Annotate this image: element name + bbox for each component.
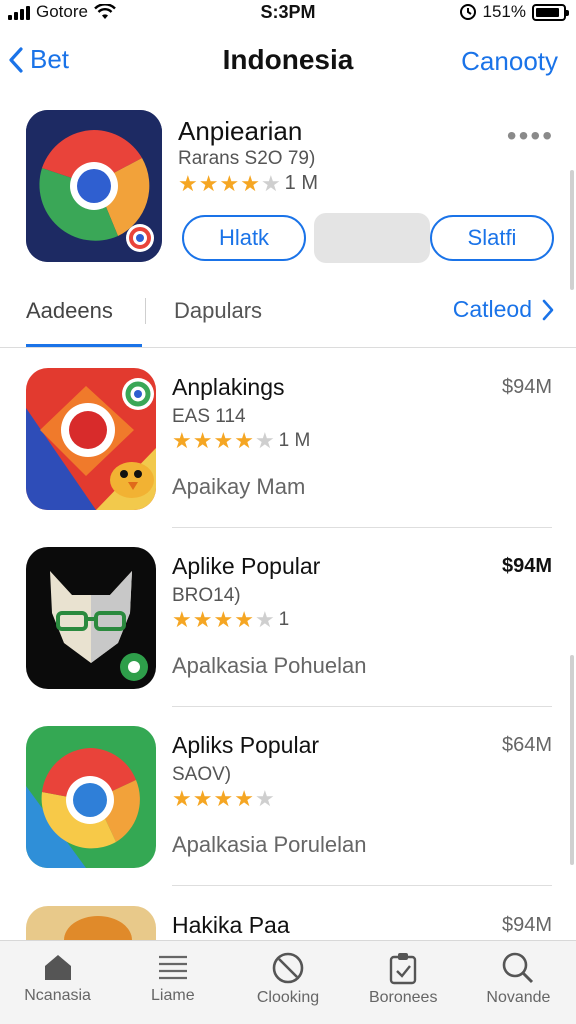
status-right: 151% <box>459 2 569 22</box>
app-name: Hakika Paa <box>172 912 290 938</box>
row-divider <box>172 706 552 707</box>
alarm-icon <box>459 4 476 20</box>
app-subtitle: EAS 114 <box>172 406 246 427</box>
tab-first[interactable]: Aadeens <box>26 298 113 324</box>
tab-category-label: Catleod <box>452 296 532 322</box>
segment-control: Aadeens Dapulars Catleod <box>0 290 576 348</box>
app-price[interactable]: $94M <box>502 376 552 399</box>
rating-count: 1 M <box>278 430 311 451</box>
featured-app: Anpiearian Rarans S2O 79) ★ ★ ★ ★ ★ 1 M ••••… <box>0 108 576 278</box>
app-icon <box>26 726 156 868</box>
rating-count: 1 M <box>284 172 319 194</box>
battery-percent: 151% <box>482 2 526 21</box>
star-filled-icon: ★ <box>213 428 234 453</box>
list-item[interactable]: Hakika Paa $94M <box>0 906 576 940</box>
star-filled-icon: ★ <box>178 170 198 196</box>
tab-second[interactable]: Dapulars <box>174 298 262 324</box>
status-bar: Gotore S:3PM 151% <box>0 0 576 28</box>
list-item[interactable]: Anplakings EAS 114 ★ ★ ★ ★ ★ 1 M Apaikay Mam… <box>0 368 576 546</box>
star-filled-icon: ★ <box>213 786 234 811</box>
tab-list[interactable]: Liame <box>115 941 230 1024</box>
star-filled-icon: ★ <box>172 786 192 811</box>
list-item[interactable]: Apliks Popular SAOV) ★ ★ ★ ★ ★ Apalkasia Por… <box>0 726 576 904</box>
star-filled-icon: ★ <box>192 607 213 632</box>
featured-left-button[interactable]: Hlatk <box>182 215 306 261</box>
rating-stars: ★ ★ ★ ★ ★ <box>172 609 275 631</box>
nav-action-button[interactable]: Canooty <box>461 46 558 77</box>
clipboard-icon <box>390 953 417 985</box>
app-subtitle: SAOV) <box>172 764 232 785</box>
star-filled-icon: ★ <box>198 170 219 196</box>
app-description: Apalkasia Pohuelan <box>172 653 367 678</box>
featured-right-button[interactable]: Slatfi <box>430 215 554 261</box>
more-options-button[interactable]: •••• <box>507 120 554 152</box>
featured-app-rating: ★ ★ ★ ★ ★ 1 M <box>178 172 318 195</box>
app-subtitle: BRO14) <box>172 585 241 606</box>
star-filled-icon: ★ <box>234 786 254 811</box>
star-empty-icon: ★ <box>254 786 275 811</box>
search-icon <box>503 952 534 984</box>
app-name: Apliks Popular <box>172 732 320 758</box>
tab-category[interactable]: Catleod <box>453 296 554 323</box>
tab-bar: Ncanasia Liame Clooking Boronees Novande <box>0 940 576 1024</box>
star-filled-icon: ★ <box>192 786 213 811</box>
app-description: Apalkasia Porulelan <box>172 832 367 857</box>
tab-home-label: Ncanasia <box>24 987 91 1004</box>
no-entry-icon <box>272 952 304 984</box>
star-filled-icon: ★ <box>172 607 192 632</box>
app-icon <box>26 906 156 940</box>
tab-boronees-label: Boronees <box>368 989 438 1006</box>
row-divider <box>172 527 552 528</box>
segment-divider <box>145 298 146 324</box>
battery-icon <box>532 3 569 21</box>
featured-app-name: Anpiearian <box>178 116 303 146</box>
navigation-bar: Bet Indonesia Canooty <box>0 36 576 88</box>
featured-app-subtitle: Rarans S2O 79) <box>178 148 316 169</box>
home-icon <box>44 955 71 980</box>
row-divider <box>172 885 552 886</box>
active-tab-indicator <box>26 344 142 347</box>
star-filled-icon: ★ <box>213 607 234 632</box>
app-price[interactable]: $64M <box>502 734 552 757</box>
rating-stars: ★ ★ ★ ★ ★ <box>178 170 281 196</box>
rating-count: 1 <box>278 609 290 630</box>
tab-list-label: Liame <box>151 987 195 1004</box>
star-empty-icon: ★ <box>254 428 275 453</box>
tab-search-label: Novande <box>486 989 551 1006</box>
list-item[interactable]: Aplike Popular BRO14) ★ ★ ★ ★ ★ 1 Apalkasia … <box>0 547 576 725</box>
tab-clooking-label: Clooking <box>256 989 320 1006</box>
app-price[interactable]: $94M <box>502 914 552 937</box>
list-icon <box>158 955 187 980</box>
star-filled-icon: ★ <box>219 170 240 196</box>
rating-stars: ★ ★ ★ ★ ★ <box>172 430 275 452</box>
tab-home[interactable]: Ncanasia <box>0 941 115 1024</box>
scrollbar-top[interactable] <box>570 170 574 290</box>
star-filled-icon: ★ <box>240 170 260 196</box>
star-empty-icon: ★ <box>260 170 281 196</box>
rating-stars: ★ ★ ★ ★ ★ <box>172 788 275 810</box>
app-name: Anplakings <box>172 374 285 400</box>
chevron-right-icon <box>542 299 554 320</box>
app-name: Aplike Popular <box>172 553 321 579</box>
app-price[interactable]: $94M <box>502 555 552 578</box>
app-description: Apaikay Mam <box>172 474 306 499</box>
app-rating: ★ ★ ★ ★ ★ 1 M <box>172 430 310 452</box>
tab-clooking[interactable]: Clooking <box>230 941 345 1024</box>
star-filled-icon: ★ <box>234 428 254 453</box>
tab-boronees[interactable]: Boronees <box>346 941 461 1024</box>
star-filled-icon: ★ <box>192 428 213 453</box>
star-filled-icon: ★ <box>234 607 254 632</box>
app-rating: ★ ★ ★ ★ ★ 1 <box>172 609 289 631</box>
app-icon <box>26 368 156 510</box>
featured-app-icon[interactable] <box>26 110 162 262</box>
tab-search[interactable]: Novande <box>461 941 576 1024</box>
star-empty-icon: ★ <box>254 607 275 632</box>
featured-middle-button[interactable] <box>314 213 430 263</box>
battery-fill <box>536 7 560 17</box>
app-rating: ★ ★ ★ ★ ★ <box>172 788 279 810</box>
star-filled-icon: ★ <box>172 428 192 453</box>
app-icon <box>26 547 156 689</box>
